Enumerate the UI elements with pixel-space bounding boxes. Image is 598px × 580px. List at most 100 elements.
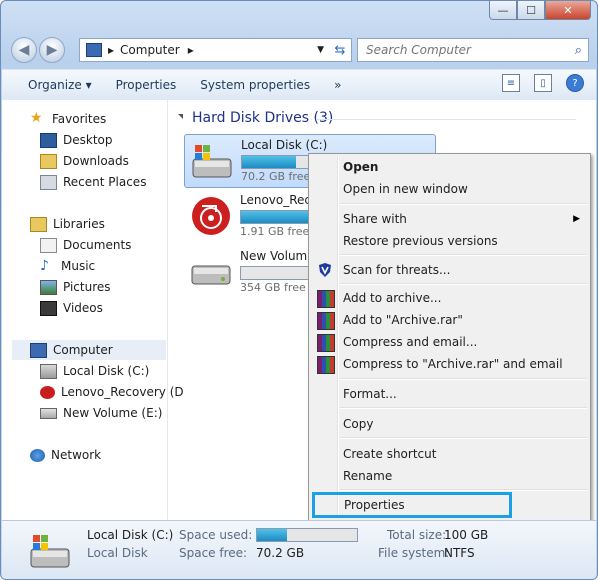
menu-item-label: Add to "Archive.rar" xyxy=(343,313,463,327)
properties-button[interactable]: Properties xyxy=(104,70,189,100)
details-total-size-label: Total size: xyxy=(387,528,447,542)
maximize-button[interactable]: ☐ xyxy=(517,1,545,20)
group-header-hard-disk-drives[interactable]: Hard Disk Drives (3) xyxy=(192,110,333,126)
menu-item-label: Create shortcut xyxy=(343,447,437,461)
sidebar-computer[interactable]: Computer xyxy=(12,340,166,360)
sidebar-item-lenovo-recovery[interactable]: Lenovo_Recovery (D xyxy=(40,382,184,402)
sidebar-item-label: Pictures xyxy=(63,280,111,294)
details-file-system-label: File system: xyxy=(378,546,450,560)
menu-separator xyxy=(340,378,587,380)
menu-separator xyxy=(340,489,587,491)
menu-item-scan-threats[interactable]: Scan for threats... xyxy=(311,259,588,281)
details-space-used-label: Space used: xyxy=(179,528,253,542)
menu-item-label: Share with xyxy=(343,212,407,226)
sidebar-item-label: New Volume (E:) xyxy=(63,406,163,420)
details-space-free-label: Space free: xyxy=(179,546,248,560)
address-separator[interactable]: ▸ xyxy=(108,43,114,57)
menu-item-rename[interactable]: Rename xyxy=(311,465,588,487)
menu-separator xyxy=(340,407,587,409)
menu-item-compress-rar-and-email[interactable]: Compress to "Archive.rar" and email xyxy=(311,353,588,375)
menu-separator xyxy=(340,283,587,285)
music-icon: ♪ xyxy=(40,257,49,274)
close-button[interactable]: ✕ xyxy=(545,1,591,20)
sidebar-network[interactable]: Network xyxy=(30,445,101,465)
forward-arrow-icon: ▶ xyxy=(46,42,58,58)
submenu-arrow-icon: ▶ xyxy=(573,214,580,224)
search-input[interactable] xyxy=(364,42,568,58)
menu-separator xyxy=(340,437,587,439)
menu-item-label: Compress to "Archive.rar" and email xyxy=(343,357,563,371)
drive-usage-fill xyxy=(242,156,296,168)
menu-item-compress-and-email[interactable]: Compress and email... xyxy=(311,331,588,353)
address-dropdown-icon[interactable]: ▼ xyxy=(317,45,324,55)
preview-pane-icon[interactable]: ▯ xyxy=(534,74,552,92)
sidebar-item-videos[interactable]: Videos xyxy=(40,298,103,318)
sidebar-favorites[interactable]: ★ Favorites xyxy=(30,109,106,129)
menu-item-label: Rename xyxy=(343,469,393,483)
libraries-icon xyxy=(30,216,47,232)
explorer-window: — ☐ ✕ ◀ ▶ ▸ Computer ▸ ▼ ⇆ ⌕ Organize ▾ … xyxy=(0,0,598,580)
view-options-icon[interactable]: ≡ xyxy=(502,74,520,92)
menu-item-properties[interactable]: Properties xyxy=(312,492,512,518)
shield-icon xyxy=(319,263,331,277)
breadcrumb-computer[interactable]: Computer xyxy=(120,43,180,57)
minimize-button[interactable]: — xyxy=(489,1,517,20)
search-box[interactable]: ⌕ xyxy=(357,38,589,62)
sidebar-item-pictures[interactable]: Pictures xyxy=(40,277,111,297)
downloads-folder-icon xyxy=(40,153,57,169)
back-button[interactable]: ◀ xyxy=(11,37,37,63)
pictures-icon xyxy=(40,279,57,295)
sidebar-item-music[interactable]: ♪ Music xyxy=(40,256,95,276)
sidebar-item-desktop[interactable]: Desktop xyxy=(40,130,113,150)
menu-item-copy[interactable]: Copy xyxy=(311,413,588,435)
winrar-icon xyxy=(317,312,335,330)
help-icon[interactable]: ? xyxy=(566,74,584,92)
menu-item-label: Open in new window xyxy=(343,182,468,196)
caption-buttons: — ☐ ✕ xyxy=(489,1,591,20)
sidebar-item-label: Computer xyxy=(53,343,113,357)
sidebar-item-documents[interactable]: Documents xyxy=(40,235,131,255)
refresh-button[interactable]: ⇆ xyxy=(329,38,352,62)
menu-item-restore-previous-versions[interactable]: Restore previous versions xyxy=(311,230,588,252)
menu-item-label: Open xyxy=(343,160,379,174)
menu-item-open-new-window[interactable]: Open in new window xyxy=(311,178,588,200)
drive-name: New Volume xyxy=(240,249,315,263)
details-drive-name: Local Disk (C:) xyxy=(87,528,174,542)
menu-item-add-to-archive[interactable]: Add to archive... xyxy=(311,287,588,309)
address-bar[interactable]: ▸ Computer ▸ ▼ xyxy=(79,38,331,62)
menu-separator xyxy=(340,203,587,205)
collapse-group-icon[interactable] xyxy=(178,114,183,119)
breadcrumb-separator[interactable]: ▸ xyxy=(188,43,194,57)
menu-item-create-shortcut[interactable]: Create shortcut xyxy=(311,443,588,465)
sidebar-item-new-volume-e[interactable]: New Volume (E:) xyxy=(40,403,162,423)
context-menu: Open Open in new window Share with ▶ Rest… xyxy=(308,153,591,521)
organize-button[interactable]: Organize ▾ xyxy=(2,70,104,100)
sidebar-item-label: Downloads xyxy=(63,154,129,168)
search-icon[interactable]: ⌕ xyxy=(575,43,582,58)
network-icon xyxy=(30,448,45,462)
sidebar-libraries[interactable]: Libraries xyxy=(30,214,105,234)
drive-name: Local Disk (C:) xyxy=(241,138,328,152)
menu-item-share-with[interactable]: Share with ▶ xyxy=(311,208,588,230)
documents-icon xyxy=(40,237,57,253)
sidebar-item-recent-places[interactable]: Recent Places xyxy=(40,172,146,192)
sidebar-item-downloads[interactable]: Downloads xyxy=(40,151,129,171)
system-properties-button[interactable]: System properties xyxy=(188,70,322,100)
command-bar: Organize ▾ Properties System properties … xyxy=(2,69,596,101)
sidebar-item-local-disk-c[interactable]: Local Disk (C:) xyxy=(40,361,149,381)
recovery-drive-icon xyxy=(192,197,230,235)
winrar-icon xyxy=(317,334,335,352)
details-usage-bar xyxy=(256,528,358,542)
menu-item-format[interactable]: Format... xyxy=(311,383,588,405)
menu-item-open[interactable]: Open xyxy=(311,156,588,178)
menu-item-add-to-archive-rar[interactable]: Add to "Archive.rar" xyxy=(311,309,588,331)
sidebar-item-label: Libraries xyxy=(53,217,105,231)
menu-item-label: Scan for threats... xyxy=(343,263,451,277)
navigation-bar: ◀ ▶ ▸ Computer ▸ ▼ ⇆ ⌕ xyxy=(11,37,589,63)
forward-button[interactable]: ▶ xyxy=(39,37,65,63)
menu-item-label: Copy xyxy=(343,417,374,431)
refresh-icon: ⇆ xyxy=(334,42,346,58)
group-divider xyxy=(316,119,576,120)
windows-drive-icon xyxy=(192,145,232,178)
more-commands-button[interactable]: » xyxy=(322,70,353,100)
